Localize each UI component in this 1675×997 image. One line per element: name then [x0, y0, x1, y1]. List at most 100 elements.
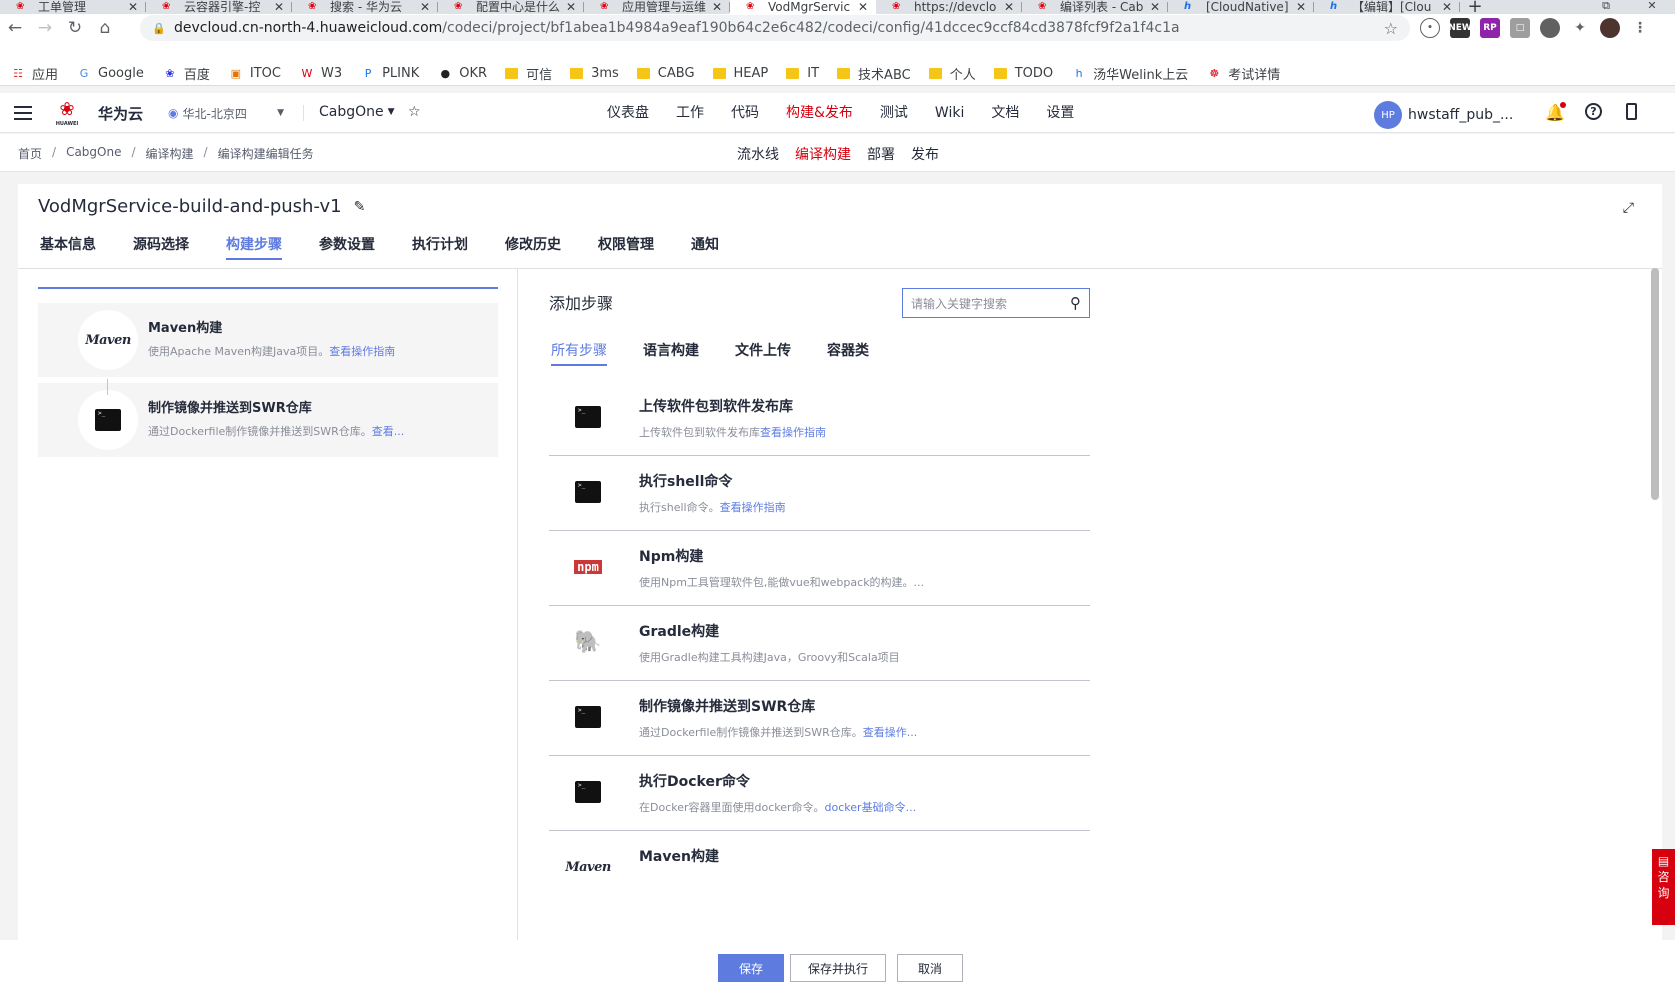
add-step-item[interactable]: 制作镜像并推送到SWR仓库通过Dockerfile制作镜像并推送到SWR仓库。查… [549, 676, 1090, 756]
vertical-scrollbar[interactable] [1651, 268, 1659, 500]
extension-pdf-icon[interactable]: □ [1510, 18, 1530, 38]
browser-tab[interactable]: ❀ https://devclo ✕ [876, 0, 1022, 14]
browser-tab[interactable]: ❀ 工单管理 ✕ [0, 0, 146, 14]
bookmark-item[interactable]: 3ms [570, 66, 619, 81]
job-tab[interactable]: 参数设置 [319, 234, 375, 264]
subnav-item[interactable]: 流水线 [737, 144, 779, 164]
browser-tab[interactable]: h 【编辑】[Clou ✕ [1314, 0, 1460, 14]
subnav-item[interactable]: 发布 [911, 144, 939, 164]
bookmark-item[interactable]: TODO [993, 66, 1053, 81]
step-category-tab[interactable]: 语言构建 [643, 340, 699, 366]
extension-new-icon[interactable]: NEW [1448, 18, 1472, 38]
add-step-item[interactable]: Maven Maven构建 [549, 826, 1090, 906]
close-icon[interactable]: ✕ [1148, 0, 1162, 14]
add-step-item[interactable]: 执行Docker命令在Docker容器里面使用docker命令。docker基础… [549, 751, 1090, 831]
bookmark-item[interactable]: ☷ 应用 [10, 64, 58, 83]
home-icon[interactable]: ⌂ [90, 14, 120, 42]
help-icon[interactable]: ? [1585, 103, 1602, 120]
subnav-item[interactable]: 部署 [867, 144, 895, 164]
breadcrumb-item[interactable]: CabgOne [66, 145, 121, 162]
menu-icon[interactable] [14, 106, 32, 120]
extension-circle-icon[interactable] [1540, 18, 1560, 38]
selected-step-card[interactable]: Maven Maven构建 使用Apache Maven构建Java项目。查看操作指… [38, 303, 498, 377]
add-step-item[interactable]: 🐘 Gradle构建 使用Gradle构建工具构建Java，Groovy和Scala… [549, 601, 1090, 681]
add-step-item[interactable]: npm Npm构建 使用Npm工具管理软件包,能做vue和webpack的构建。..… [549, 526, 1090, 606]
close-icon[interactable]: ✕ [272, 0, 286, 14]
bookmark-item[interactable]: IT [786, 66, 819, 81]
close-icon[interactable]: ✕ [564, 0, 578, 14]
bookmark-item[interactable]: CABG [636, 66, 695, 81]
job-tab[interactable]: 构建步骤 [226, 234, 282, 264]
forward-icon[interactable]: → [30, 14, 60, 42]
project-selector[interactable]: CabgOne ▼ [319, 104, 395, 120]
browser-tab[interactable]: ❀ 搜索 - 华为云 ✕ [292, 0, 438, 14]
favorite-star-icon[interactable]: ☆ [408, 104, 421, 120]
job-tab[interactable]: 通知 [691, 234, 719, 264]
add-step-item[interactable]: 上传软件包到软件发布库上传软件包到软件发布库查看操作指南 [549, 376, 1090, 456]
top-nav-item[interactable]: 构建&发布 [786, 93, 853, 133]
subnav-item[interactable]: 编译构建 [795, 144, 851, 164]
extension-rp-icon[interactable]: RP [1480, 18, 1500, 38]
browser-tab[interactable]: ❀ 云容器引擎-控 ✕ [146, 0, 292, 14]
user-menu[interactable]: HP hwstaff_pub_... [1374, 101, 1513, 129]
profile-avatar-icon[interactable] [1600, 18, 1620, 38]
bookmark-item[interactable]: 技术ABC [837, 64, 911, 83]
top-nav-item[interactable]: 仪表盘 [607, 93, 649, 133]
close-icon[interactable]: ✕ [418, 0, 432, 14]
top-nav-item[interactable]: 工作 [676, 93, 704, 133]
browser-tab[interactable]: ❀ 配置中心是什么 ✕ [438, 0, 584, 14]
back-icon[interactable]: ← [0, 14, 30, 42]
bookmark-item[interactable]: 个人 [928, 64, 976, 83]
region-selector[interactable]: ◉ 华北-北京四 ▼ [162, 101, 290, 125]
step-guide-link[interactable]: 查看操作指南 [329, 345, 395, 358]
close-icon[interactable]: ✕ [856, 0, 870, 14]
top-nav-item[interactable]: 测试 [880, 93, 908, 133]
fullscreen-expand-icon[interactable]: ⤢ [1623, 200, 1634, 216]
close-icon[interactable]: ✕ [1294, 0, 1308, 14]
add-step-item[interactable]: 执行shell命令执行shell命令。查看操作指南 [549, 451, 1090, 531]
add-step-guide-link[interactable]: 查看操作... [863, 726, 918, 739]
extensions-puzzle-icon[interactable]: ✦ [1570, 18, 1590, 38]
job-tab[interactable]: 修改历史 [505, 234, 561, 264]
cancel-button[interactable]: 取消 [897, 954, 963, 982]
browser-tab[interactable]: h [CloudNative] ✕ [1168, 0, 1314, 14]
job-tab[interactable]: 执行计划 [412, 234, 468, 264]
device-icon[interactable] [1626, 103, 1637, 120]
top-nav-item[interactable]: 文档 [991, 93, 1019, 133]
add-step-guide-link[interactable]: 查看操作指南 [720, 501, 786, 514]
bookmark-item[interactable]: ☸ 考试详情 [1206, 64, 1280, 83]
add-step-guide-link[interactable]: docker基础命令... [825, 801, 917, 814]
close-icon[interactable]: ✕ [1440, 0, 1454, 14]
extension-icon-1[interactable]: • [1420, 18, 1440, 38]
step-category-tab[interactable]: 所有步骤 [551, 340, 607, 366]
restore-icon[interactable]: ⧉ [1583, 0, 1629, 14]
search-icon[interactable]: ⚲ [1070, 294, 1081, 312]
bookmark-item[interactable]: G Google [76, 66, 144, 81]
step-category-tab[interactable]: 文件上传 [735, 340, 791, 366]
bookmark-star-icon[interactable]: ☆ [1384, 19, 1398, 38]
bookmark-item[interactable]: ▣ ITOC [228, 66, 281, 81]
edit-pencil-icon[interactable]: ✎ [354, 199, 366, 215]
save-and-run-button[interactable]: 保存并执行 [790, 954, 886, 982]
step-search-input[interactable]: 请输入关键字搜索 ⚲ [902, 288, 1090, 318]
bookmark-item[interactable]: ● OKR [437, 66, 487, 81]
job-tab[interactable]: 基本信息 [40, 234, 96, 264]
huawei-logo[interactable]: ❀ HUAWEI [52, 99, 82, 129]
close-icon[interactable]: ✕ [710, 0, 724, 14]
breadcrumb-item[interactable]: 首页 [18, 145, 42, 162]
new-tab-icon[interactable]: + [1460, 0, 1490, 14]
close-window-icon[interactable]: ✕ [1629, 0, 1675, 14]
bookmark-item[interactable]: 可信 [505, 64, 552, 83]
top-nav-item[interactable]: 设置 [1046, 93, 1074, 133]
bookmark-item[interactable]: HEAP [712, 66, 768, 81]
close-icon[interactable]: ✕ [126, 0, 140, 14]
job-tab[interactable]: 权限管理 [598, 234, 654, 264]
step-category-tab[interactable]: 容器类 [827, 340, 869, 366]
browser-menu-icon[interactable]: ⋮ [1630, 18, 1650, 38]
top-nav-item[interactable]: 代码 [731, 93, 759, 133]
step-guide-link[interactable]: 查看... [372, 425, 405, 438]
browser-tab[interactable]: ❀ 编译列表 - Cab ✕ [1022, 0, 1168, 14]
top-nav-item[interactable]: Wiki [935, 93, 964, 133]
bookmark-item[interactable]: P PLINK [360, 66, 420, 81]
add-step-guide-link[interactable]: 查看操作指南 [760, 426, 826, 439]
